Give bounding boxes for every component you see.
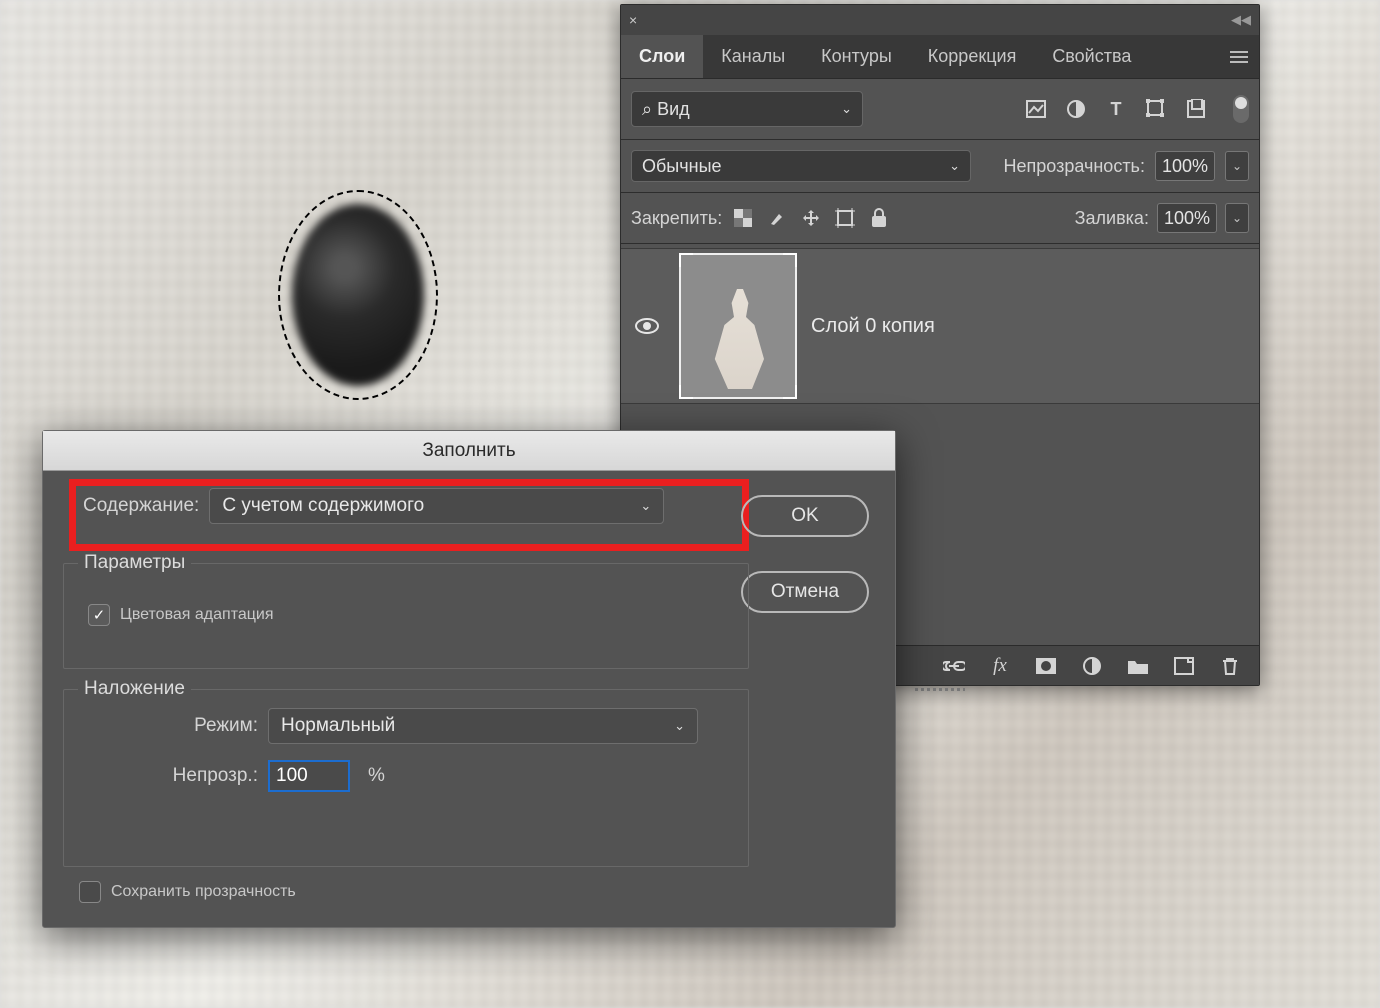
filter-toggle[interactable] <box>1233 95 1249 123</box>
lock-brush-icon[interactable] <box>764 205 790 231</box>
color-adapt-label: Цветовая адаптация <box>120 606 274 624</box>
layer-thumbnail[interactable] <box>679 253 797 399</box>
layer-name[interactable]: Слой 0 копия <box>811 315 935 338</box>
adjustment-filter-icon[interactable] <box>1065 98 1087 120</box>
ok-button[interactable]: OK <box>741 495 869 537</box>
marching-ants <box>278 190 438 400</box>
collapse-icon[interactable]: ◀◀ <box>1231 12 1251 28</box>
visibility-icon[interactable] <box>629 317 665 335</box>
shape-filter-icon[interactable] <box>1145 98 1167 120</box>
blend-fieldset: Наложение Режим: Нормальный ⌄ Непрозр.: … <box>63 689 749 867</box>
type-filter-icon[interactable]: T <box>1105 98 1127 120</box>
blend-mode-dropdown[interactable]: Обычные ⌄ <box>631 150 971 182</box>
pixel-filter-icon[interactable] <box>1025 98 1047 120</box>
resize-grip[interactable] <box>915 688 965 691</box>
opacity-stepper[interactable]: ⌄ <box>1225 151 1249 181</box>
opacity-field[interactable]: 100% <box>1155 151 1215 181</box>
panel-tabs: Слои Каналы Контуры Коррекция Свойства <box>621 35 1259 79</box>
content-dropdown[interactable]: С учетом содержимого ⌄ <box>209 488 664 524</box>
dialog-title[interactable]: Заполнить <box>43 431 895 471</box>
mask-icon[interactable] <box>1035 655 1057 677</box>
fill-dialog: Заполнить Содержание: С учетом содержимо… <box>42 430 896 928</box>
fill-stepper[interactable]: ⌄ <box>1225 203 1249 233</box>
panel-menu-icon[interactable] <box>1219 35 1259 78</box>
color-adapt-row[interactable]: Цветовая адаптация <box>88 604 734 626</box>
selection-marquee <box>278 190 438 400</box>
lock-move-icon[interactable] <box>798 205 824 231</box>
params-legend: Параметры <box>78 552 191 574</box>
preserve-transparency-row[interactable]: Сохранить прозрачность <box>79 881 296 903</box>
opacity-input[interactable] <box>268 760 350 792</box>
filter-row: ⌕ Вид ⌄ T <box>621 79 1259 140</box>
lock-transparency-icon[interactable] <box>730 205 756 231</box>
new-layer-icon[interactable] <box>1173 655 1195 677</box>
mode-value: Нормальный <box>281 715 395 737</box>
group-icon[interactable] <box>1127 655 1149 677</box>
blend-legend: Наложение <box>78 678 191 700</box>
lock-label: Закрепить: <box>631 208 722 229</box>
chevron-down-icon: ⌄ <box>640 498 651 514</box>
content-label: Содержание: <box>83 495 199 517</box>
opacity-label: Непрозрачность: <box>1004 156 1145 177</box>
chevron-down-icon: ⌄ <box>841 101 852 117</box>
content-row: Содержание: С учетом содержимого ⌄ <box>83 488 664 524</box>
preserve-transparency-label: Сохранить прозрачность <box>111 883 296 901</box>
content-value: С учетом содержимого <box>222 495 424 517</box>
cancel-button[interactable]: Отмена <box>741 571 869 613</box>
fill-label: Заливка: <box>1075 208 1149 229</box>
color-adapt-checkbox[interactable] <box>88 604 110 626</box>
lock-row: Закрепить: Заливка: 100% ⌄ <box>621 193 1259 244</box>
trash-icon[interactable] <box>1219 655 1241 677</box>
chevron-down-icon: ⌄ <box>949 158 960 174</box>
opacity-label: Непрозр.: <box>118 765 258 787</box>
params-fieldset: Параметры Цветовая адаптация <box>63 563 749 669</box>
tab-properties[interactable]: Свойства <box>1034 35 1149 78</box>
tab-layers[interactable]: Слои <box>621 35 703 78</box>
tab-adjustments[interactable]: Коррекция <box>910 35 1035 78</box>
blend-row: Обычные ⌄ Непрозрачность: 100% ⌄ <box>621 140 1259 193</box>
close-icon[interactable]: × <box>629 12 645 28</box>
thumbnail-content <box>710 289 770 389</box>
lock-all-icon[interactable] <box>866 205 892 231</box>
percent-sign: % <box>368 765 385 787</box>
layer-item[interactable]: Слой 0 копия <box>621 248 1259 404</box>
panel-topbar[interactable]: × ◀◀ <box>621 5 1259 35</box>
mode-dropdown[interactable]: Нормальный ⌄ <box>268 708 698 744</box>
fill-field[interactable]: 100% <box>1157 203 1217 233</box>
tab-paths[interactable]: Контуры <box>803 35 910 78</box>
mode-label: Режим: <box>118 715 258 737</box>
fx-icon[interactable]: fx <box>989 655 1011 677</box>
link-icon[interactable] <box>943 655 965 677</box>
chevron-down-icon: ⌄ <box>674 718 685 734</box>
layer-filter-kind[interactable]: ⌕ Вид ⌄ <box>631 91 863 127</box>
preserve-transparency-checkbox[interactable] <box>79 881 101 903</box>
lock-artboard-icon[interactable] <box>832 205 858 231</box>
tab-channels[interactable]: Каналы <box>703 35 803 78</box>
adjustment-layer-icon[interactable] <box>1081 655 1103 677</box>
smartobject-filter-icon[interactable] <box>1185 98 1207 120</box>
